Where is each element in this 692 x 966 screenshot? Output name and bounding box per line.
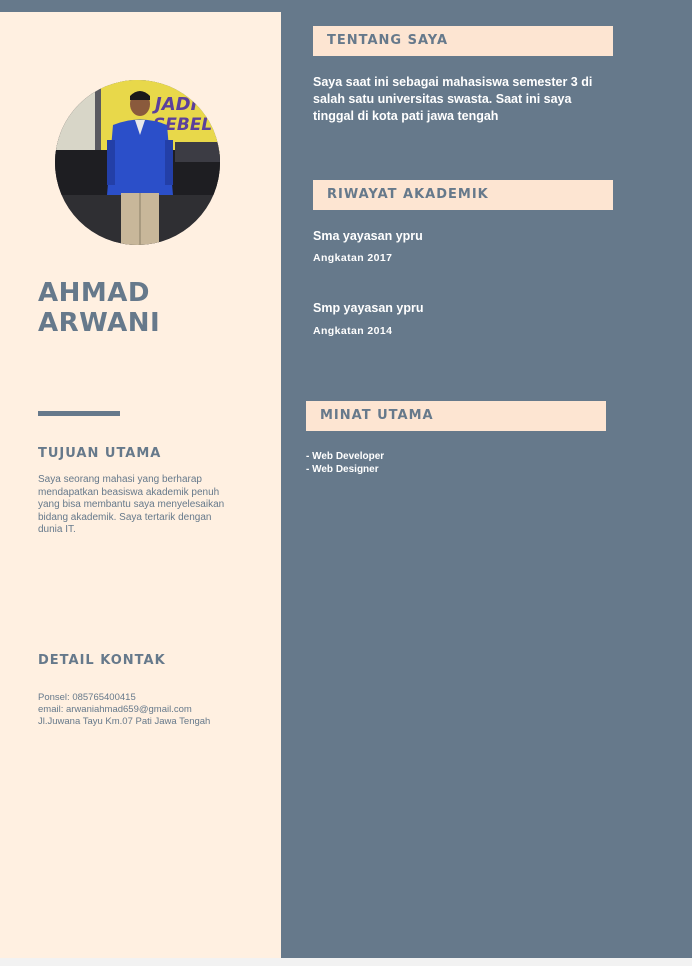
about-text: Saya saat ini sebagai mahasiswa semester… — [313, 75, 593, 123]
resume-page: JADI P SEBELUM AHMAD ARWANI TUJUAN UTAMA… — [0, 0, 692, 958]
profile-photo: JADI P SEBELUM — [55, 80, 220, 245]
contact-email: email: arwaniahmad659@gmail.com — [38, 704, 192, 715]
profile-photo-illustration: JADI P SEBELUM — [55, 80, 220, 245]
top-bar — [0, 0, 692, 12]
contact-details: Ponsel: 085765400415 email: arwaniahmad6… — [38, 692, 268, 728]
academic-year-1: Angkatan 2017 — [313, 252, 393, 264]
goal-heading: TUJUAN UTAMA — [38, 446, 162, 461]
academic-school-1: Sma yayasan ypru — [313, 229, 423, 243]
interest-item: - Web Developer — [306, 451, 385, 462]
interest-item: - Web Designer — [306, 464, 379, 475]
contact-phone: Ponsel: 085765400415 — [38, 692, 136, 703]
contact-address: Jl.Juwana Tayu Km.07 Pati Jawa Tengah — [38, 716, 211, 727]
about-heading: TENTANG SAYA — [313, 26, 613, 56]
contact-heading: DETAIL KONTAK — [38, 653, 166, 668]
first-name: AHMAD — [38, 278, 150, 308]
academic-year-2: Angkatan 2014 — [313, 325, 393, 337]
interests-heading: MINAT UTAMA — [306, 401, 606, 431]
full-name: AHMAD ARWANI — [38, 278, 160, 338]
interests-list: - Web Developer - Web Designer — [306, 450, 384, 476]
academic-heading: RIWAYAT AKADEMIK — [313, 180, 613, 210]
goal-text: Saya seorang mahasi yang berharap mendap… — [38, 474, 225, 535]
academic-school-2: Smp yayasan ypru — [313, 301, 424, 315]
last-name: ARWANI — [38, 308, 161, 338]
name-divider — [38, 411, 120, 416]
